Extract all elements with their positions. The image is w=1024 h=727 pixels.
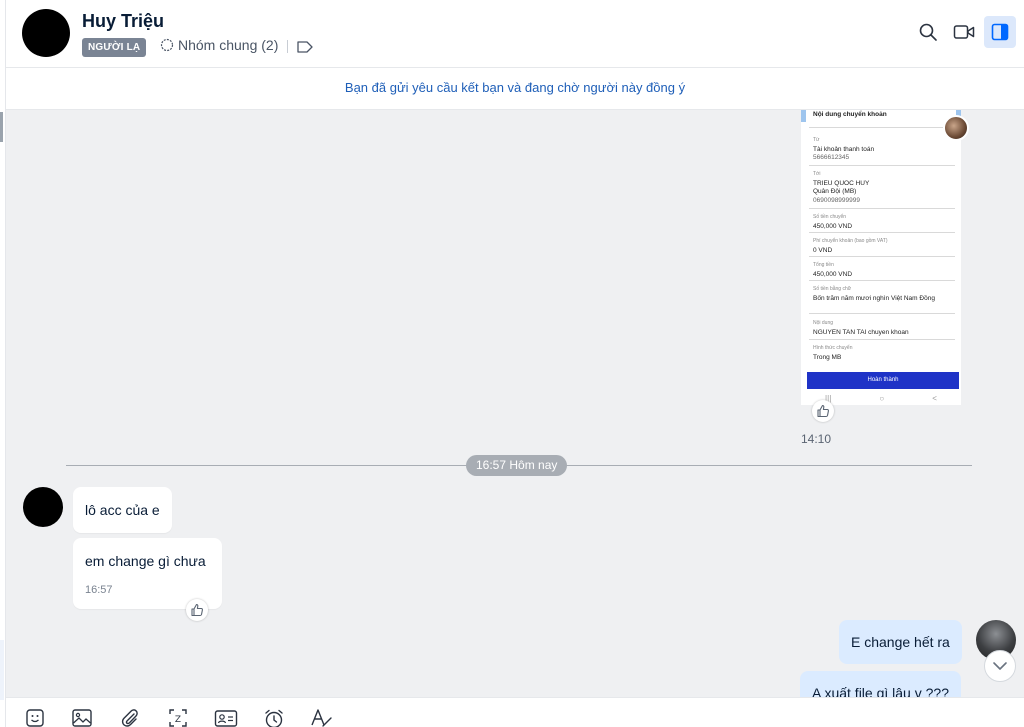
receipt-field: Tổng tiền 450,000 VND [813, 262, 853, 278]
message-text: E change hết ra [851, 634, 950, 650]
header-separator [287, 40, 288, 53]
receipt-field: Phí chuyển khoản (bao gồm VAT) 0 VND [813, 238, 888, 254]
sidebar-toggle-icon[interactable] [984, 16, 1016, 48]
image-edge [801, 110, 806, 122]
receipt-field: Hình thức chuyển Trong MB [813, 345, 853, 361]
message-text: lô acc của e [85, 502, 160, 518]
receipt-complete-button: Hoàn thành [807, 372, 959, 389]
sticker-icon[interactable] [23, 708, 47, 727]
receipt-field: Số tiền bằng chữ Bốn trăm năm mươi nghìn… [813, 286, 935, 302]
receipt-field: Từ Tài khoản thanh toán 5666612345 [813, 137, 875, 161]
composer-toolbar: Z [6, 697, 1024, 727]
video-call-icon[interactable] [952, 20, 976, 44]
like-reaction-button[interactable] [186, 599, 208, 621]
screenshot-icon[interactable]: Z [166, 708, 190, 727]
scroll-marker [0, 112, 3, 142]
home-icon: ○ [879, 393, 885, 403]
receipt-divider [809, 232, 955, 233]
selection-marker [0, 640, 4, 700]
reminder-icon[interactable] [262, 708, 286, 727]
tag-icon[interactable] [296, 39, 314, 55]
image-icon[interactable] [70, 708, 94, 727]
peer-avatar[interactable] [23, 487, 63, 527]
friend-request-notice: Bạn đã gửi yêu cầu kết bạn và đang chờ n… [6, 68, 1024, 110]
sender-avatar[interactable] [943, 115, 969, 141]
search-icon[interactable] [916, 20, 940, 44]
contact-name[interactable]: Huy Triệu [82, 11, 164, 32]
back-icon: < [932, 393, 937, 403]
svg-text:Z: Z [175, 715, 181, 725]
group-icon [160, 38, 174, 52]
chat-header: Huy Triệu NGƯỜI LẠ Nhóm chung (2) [6, 0, 1024, 68]
contact-avatar[interactable] [22, 9, 70, 57]
contact-card-icon[interactable] [214, 708, 238, 727]
common-groups-link[interactable]: Nhóm chung (2) [160, 37, 278, 53]
receipt-divider [809, 313, 955, 314]
date-divider-label: 16:57 Hôm nay [466, 455, 568, 476]
chevron-down-icon [993, 662, 1007, 670]
thumbs-up-icon [191, 603, 203, 617]
attachment-icon[interactable] [118, 708, 142, 727]
text-format-icon[interactable] [310, 708, 334, 727]
receipt-divider [809, 256, 955, 257]
receipt-field: Số tiền chuyển 450,000 VND [813, 214, 853, 230]
outgoing-message[interactable]: E change hết ra [839, 620, 962, 664]
common-groups-label: Nhóm chung (2) [178, 37, 279, 53]
receipt-field: Tới TRIEU QUOC HUY Quân Đội (MB) 0690098… [813, 171, 870, 204]
receipt-divider [809, 208, 955, 209]
receipt-divider [809, 339, 955, 340]
shared-image-transfer-receipt[interactable]: Nội dung chuyển khoản Từ Tài khoản thanh… [801, 110, 961, 405]
receipt-field: Nội dung NGUYEN TAN TAI chuyen khoan [813, 320, 909, 336]
like-reaction-button[interactable] [812, 400, 834, 422]
receipt-divider [809, 280, 955, 281]
receipt-divider [809, 127, 955, 128]
thumbs-up-icon [817, 404, 829, 418]
receipt-divider [809, 165, 955, 166]
scroll-to-bottom-button[interactable] [984, 650, 1016, 682]
receipt-heading: Nội dung chuyển khoản [813, 111, 887, 118]
message-text: A xuất file gì lâu v ??? [812, 685, 949, 697]
message-time: 16:57 [85, 584, 113, 596]
message-text: em change gì chưa [85, 553, 206, 569]
stranger-badge: NGƯỜI LẠ [82, 38, 147, 57]
outgoing-message[interactable]: A xuất file gì lâu v ??? [800, 671, 961, 697]
incoming-message[interactable]: lô acc của e [73, 487, 172, 533]
chat-area[interactable]: Nội dung chuyển khoản Từ Tài khoản thanh… [6, 110, 1024, 697]
message-time: 14:10 [801, 432, 832, 446]
